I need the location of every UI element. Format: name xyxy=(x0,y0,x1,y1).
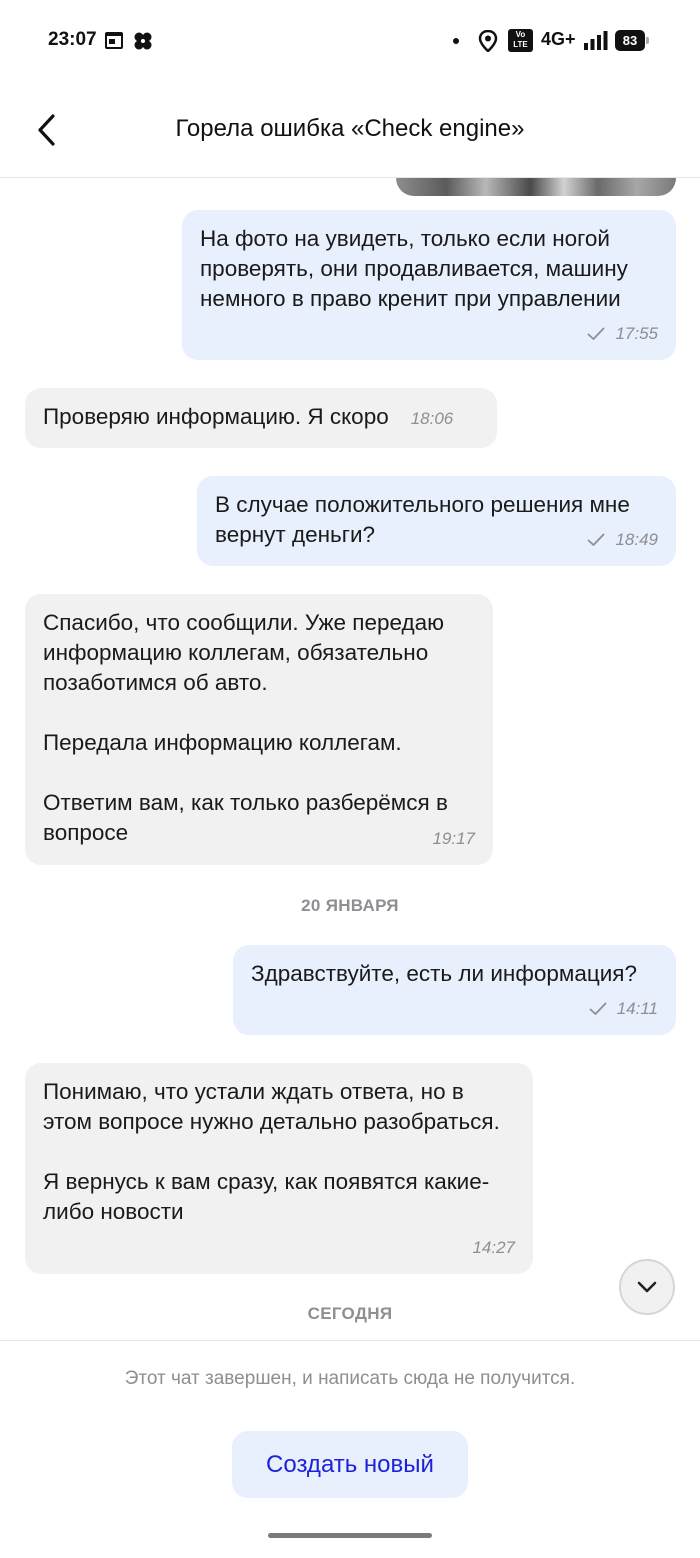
message-meta: 14:27 xyxy=(472,1238,515,1258)
home-indicator[interactable] xyxy=(268,1533,432,1538)
fan-icon xyxy=(134,32,152,50)
calendar-icon xyxy=(105,32,123,49)
create-new-button[interactable]: Создать новый xyxy=(232,1431,468,1498)
network-type: 4G+ xyxy=(541,29,576,49)
message-outgoing[interactable]: На фото на увидеть, только если ногой пр… xyxy=(182,210,676,360)
message-text: Проверяю информацию. Я скоро xyxy=(43,404,389,429)
page-title: Горела ошибка «Check engine» xyxy=(175,115,525,142)
status-bar: 23:07 Vo LTE 4G+ 83 xyxy=(0,0,700,82)
message-text: Здравствуйте, есть ли информация? xyxy=(251,961,638,986)
message-time: 18:49 xyxy=(615,530,658,549)
chevron-down-icon xyxy=(637,1281,657,1293)
message-meta: 14:11 xyxy=(589,999,658,1019)
check-icon xyxy=(588,533,605,546)
location-icon xyxy=(478,30,498,52)
message-incoming[interactable]: Проверяю информацию. Я скоро 18:06 xyxy=(25,388,497,448)
message-time: 19:17 xyxy=(432,829,475,848)
message-text: Спасибо, что сообщили. Уже передаю инфор… xyxy=(43,610,448,845)
chat-header: Горела ошибка «Check engine» xyxy=(0,82,700,178)
message-time: 17:55 xyxy=(615,324,658,343)
volte-icon: Vo LTE xyxy=(508,29,533,52)
message-text: На фото на увидеть, только если ногой пр… xyxy=(200,226,635,311)
status-time: 23:07 xyxy=(48,29,97,50)
message-outgoing[interactable]: В случае положительного решения мне верн… xyxy=(197,476,676,566)
message-meta: 18:49 xyxy=(587,530,658,550)
chat-closed-note: Этот чат завершен, и написать сюда не по… xyxy=(124,1368,576,1389)
chat-footer: Этот чат завершен, и написать сюда не по… xyxy=(0,1340,700,1558)
signal-icon xyxy=(584,31,608,50)
dot-icon xyxy=(453,38,459,44)
message-time: 14:11 xyxy=(616,999,658,1018)
message-incoming[interactable]: Понимаю, что устали ждать ответа, но в э… xyxy=(25,1063,533,1274)
message-meta: 17:55 xyxy=(587,324,658,344)
chat-history[interactable]: На фото на увидеть, только если ногой пр… xyxy=(0,178,700,1340)
message-time: 18:06 xyxy=(410,409,454,428)
battery-icon: 83 xyxy=(615,30,649,51)
photo-attachment[interactable] xyxy=(396,178,676,196)
date-separator: 20 ЯНВАРЯ xyxy=(301,896,399,915)
check-icon xyxy=(589,1002,607,1015)
message-text: Понимаю, что устали ждать ответа, но в э… xyxy=(43,1079,500,1224)
message-incoming[interactable]: Спасибо, что сообщили. Уже передаю инфор… xyxy=(25,594,493,865)
message-meta: 19:17 xyxy=(432,829,475,849)
check-icon xyxy=(588,327,605,340)
date-separator: СЕГОДНЯ xyxy=(307,1304,393,1323)
message-outgoing[interactable]: Здравствуйте, есть ли информация? 14:11 xyxy=(233,945,676,1035)
message-time: 14:27 xyxy=(472,1238,515,1257)
